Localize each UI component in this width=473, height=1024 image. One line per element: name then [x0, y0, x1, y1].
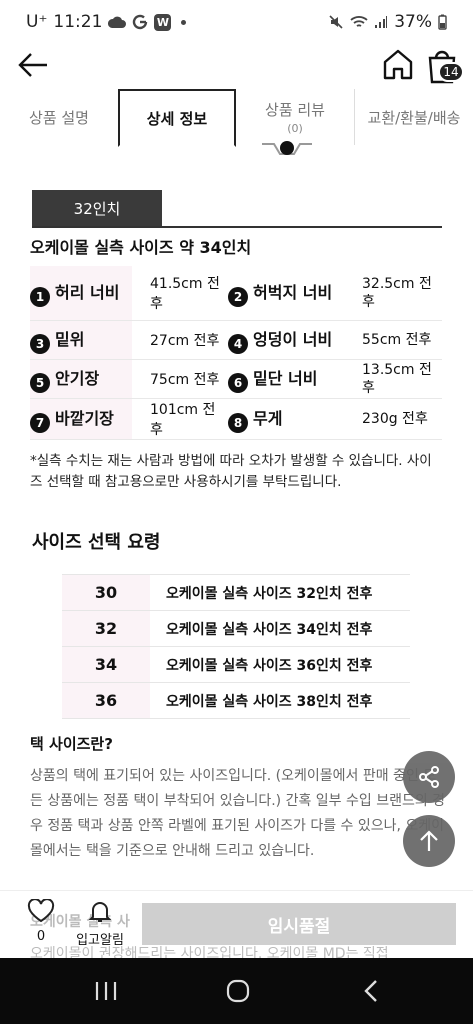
measurement-number-icon [262, 141, 312, 155]
measurement-value: 32.5cm 전후 [360, 266, 442, 321]
size-description: 오케이몰 실측 사이즈 32인치 전후 [150, 574, 410, 611]
measurement-label: 허벅지 너비 [253, 282, 333, 302]
tab-detail-info[interactable]: 상세 정보 [118, 89, 236, 147]
heart-icon [27, 898, 55, 923]
measurement-label: 엉덩이 너비 [253, 329, 333, 349]
measurement-value: 41.5cm 전후 [132, 266, 228, 321]
bell-icon [88, 902, 112, 922]
measurement-label: 무게 [253, 408, 283, 428]
tag-size: 30 [62, 574, 150, 611]
number-badge: 1 [30, 286, 50, 307]
wifi-icon [350, 16, 368, 27]
measurement-value: 55cm 전후 [360, 320, 442, 360]
arrow-up-icon [420, 830, 438, 851]
detail-tabs: 상품 설명 상세 정보 상품 리뷰 (0) 교환/환불/배송 [0, 89, 473, 147]
number-badge: 3 [30, 333, 50, 354]
system-nav-bar [0, 958, 473, 1024]
sold-out-button[interactable]: 임시품절 [142, 903, 456, 945]
home-nav-icon[interactable] [225, 978, 251, 1004]
number-badge: 6 [228, 372, 248, 393]
share-button[interactable] [403, 751, 455, 803]
restock-alert-label: 입고알림 [76, 933, 124, 948]
tag-size: 34 [62, 646, 150, 683]
measurement-value: 101cm 전후 [132, 398, 228, 440]
table-row: 34 오케이몰 실측 사이즈 36인치 전후 [62, 646, 410, 683]
back-arrow-icon[interactable] [16, 48, 50, 82]
more-notifications-icon [181, 19, 187, 25]
measurement-value: 230g 전후 [360, 398, 442, 440]
battery-level: 37% [394, 12, 432, 32]
number-badge: 2 [228, 286, 248, 307]
number-badge: 4 [228, 333, 248, 354]
number-badge: 8 [228, 412, 248, 433]
cart-count-badge: 14 [438, 62, 464, 82]
clock: 11:21 [53, 12, 103, 32]
size-tag-label: 32인치 [32, 190, 162, 227]
tag-size: 32 [62, 610, 150, 647]
actual-size-headline: 오케이몰 실측 사이즈 약 34인치 [30, 238, 252, 257]
tab-product-review[interactable]: 상품 리뷰 (0) [236, 89, 354, 145]
measurement-label: 허리 너비 [55, 282, 120, 302]
divider [32, 226, 442, 228]
table-row: 3 밑위 27cm 전후 4 엉덩이 너비 55cm 전후 [30, 320, 442, 360]
size-description: 오케이몰 실측 사이즈 36인치 전후 [150, 646, 410, 683]
size-description: 오케이몰 실측 사이즈 38인치 전후 [150, 682, 410, 719]
restock-alert-button[interactable]: 입고알림 [72, 899, 128, 948]
number-badge: 7 [30, 412, 50, 433]
status-bar: U⁺ 11:21 W 37% [0, 0, 473, 44]
size-description: 오케이몰 실측 사이즈 34인치 전후 [150, 610, 410, 647]
signal-icon [375, 16, 388, 28]
tab-label: 상품 리뷰 [265, 101, 325, 119]
cloud-icon [108, 16, 127, 28]
app-notification-icon: W [154, 13, 172, 31]
tag-size-description: 상품의 택에 표기되어 있는 사이즈입니다. (오케이몰에서 판매 중인 모든 … [30, 768, 446, 859]
tab-label: 교환/환불/배송 [367, 108, 461, 127]
like-button[interactable]: 0 [24, 898, 58, 944]
measurement-value: 13.5cm 전후 [360, 359, 442, 399]
scroll-to-top-button[interactable] [403, 815, 455, 867]
number-badge: 5 [30, 372, 50, 393]
table-row: 30 오케이몰 실측 사이즈 32인치 전후 [62, 574, 410, 611]
size-guide-title: 사이즈 선택 요령 [32, 532, 161, 553]
tab-label: 상세 정보 [146, 109, 208, 128]
tab-exchange-refund-shipping[interactable]: 교환/환불/배송 [355, 89, 473, 145]
measurement-notice: *실측 수치는 재는 사람과 방법에 따라 오차가 발생할 수 있습니다. 사이… [30, 453, 432, 490]
measurement-table: 1 허리 너비 41.5cm 전후 2 허벅지 너비 32.5cm 전후 3 밑위 2… [30, 266, 442, 440]
mute-icon [329, 15, 343, 29]
share-icon [419, 766, 439, 788]
measurement-label: 바깥기장 [55, 408, 114, 428]
measurement-value: 75cm 전후 [132, 359, 228, 399]
measurement-value: 27cm 전후 [132, 320, 228, 360]
tag-size-title: 택 사이즈란? [30, 735, 113, 753]
measurement-label: 밑위 [55, 329, 85, 349]
table-row: 1 허리 너비 41.5cm 전후 2 허벅지 너비 32.5cm 전후 [30, 266, 442, 321]
like-count: 0 [36, 929, 46, 944]
carrier-label: U⁺ [26, 12, 48, 32]
table-row: 7 바깥기장 101cm 전후 8 무게 230g 전후 [30, 398, 442, 440]
app-header: 14 [0, 44, 473, 88]
tag-size: 36 [62, 682, 150, 719]
bottom-action-bar: 오케이몰 실측 사 오케이몰이 권장해드리는 사이즈입니다. 오케이몰 MD는 … [0, 890, 473, 962]
tab-product-description[interactable]: 상품 설명 [0, 89, 118, 145]
table-row: 5 안기장 75cm 전후 6 밑단 너비 13.5cm 전후 [30, 359, 442, 399]
size-guide-table: 30 오케이몰 실측 사이즈 32인치 전후 32 오케이몰 실측 사이즈 34… [62, 574, 410, 719]
measurement-label: 밑단 너비 [253, 368, 318, 388]
google-icon [133, 14, 148, 30]
recent-apps-icon[interactable] [92, 978, 120, 1004]
home-icon[interactable] [380, 46, 416, 82]
measurement-label: 안기장 [55, 368, 100, 388]
back-nav-icon[interactable] [360, 978, 384, 1004]
tab-label: 상품 설명 [29, 108, 89, 127]
table-row: 36 오케이몰 실측 사이즈 38인치 전후 [62, 682, 410, 719]
battery-icon [438, 14, 447, 30]
review-count: (0) [287, 122, 303, 135]
table-row: 32 오케이몰 실측 사이즈 34인치 전후 [62, 610, 410, 647]
